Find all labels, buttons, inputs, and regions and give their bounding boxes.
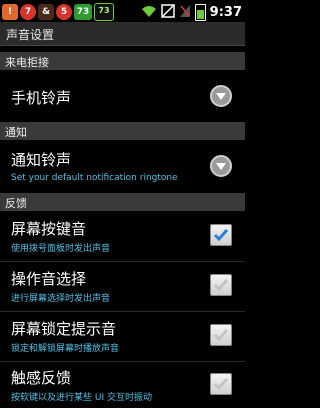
row-title: 通知铃声 — [11, 151, 72, 169]
signal-icon — [179, 3, 191, 22]
lock-sound-item[interactable]: 屏幕锁定提示音 锁定和解锁屏幕时播放声音 — [0, 311, 245, 362]
section-label: 通知 — [5, 126, 27, 139]
section-label: 反馈 — [5, 197, 27, 210]
dropdown-icon — [210, 85, 232, 107]
dialpad-tone-item[interactable]: 屏幕按键音 使用拨号面板时发出声音 — [0, 211, 245, 262]
section-header-notify: 通知 — [0, 122, 245, 140]
system-icons: 9:37 — [141, 3, 242, 22]
title-bar: 声音设置 — [0, 22, 245, 46]
section-label: 来电拒接 — [5, 56, 49, 69]
row-title: 屏幕锁定提示音 — [11, 320, 117, 338]
notification-ringtone-item[interactable]: 通知铃声 Set your default notification ringt… — [0, 140, 245, 194]
app-notification-icon-2: & — [38, 4, 54, 20]
row-title: 触感反馈 — [11, 369, 72, 387]
lock-sound-checkbox[interactable] — [210, 324, 232, 346]
notification-icons: ! 7 & 5 73 73 — [2, 3, 114, 21]
page-title: 声音设置 — [6, 28, 55, 42]
haptic-feedback-checkbox[interactable] — [210, 373, 232, 395]
row-title: 操作音选择 — [11, 270, 87, 288]
wifi-icon — [141, 3, 157, 22]
alert-notification-icon: ! — [2, 4, 18, 20]
dialpad-tone-checkbox[interactable] — [210, 224, 232, 246]
row-title: 屏幕按键音 — [11, 220, 87, 238]
row-subtitle: 锁定和解锁屏幕时播放声音 — [11, 344, 120, 354]
clock: 9:37 — [209, 5, 242, 20]
row-subtitle: 使用拨号面板时发出声音 — [11, 244, 111, 254]
haptic-feedback-item[interactable]: 触感反馈 按软键以及进行某些 UI 交互时振动 — [0, 361, 245, 408]
section-header-feedback: 反馈 — [0, 193, 245, 211]
touch-sound-checkbox[interactable] — [210, 274, 232, 296]
battery-icon — [194, 4, 206, 21]
section-header-incoming: 来电拒接 — [0, 52, 245, 70]
row-subtitle: Set your default notification ringtone — [11, 173, 178, 183]
app-notification-icon-4: 73 — [74, 4, 92, 20]
app-notification-icon-5: 73 — [94, 3, 114, 21]
app-notification-icon-3: 5 — [56, 4, 72, 20]
no-sim-icon — [160, 3, 175, 22]
dropdown-icon — [210, 155, 232, 177]
row-subtitle: 按软键以及进行某些 UI 交互时振动 — [11, 393, 152, 403]
status-bar: ! 7 & 5 73 73 9:37 — [0, 0, 245, 22]
phone-ringtone-item[interactable]: 手机铃声 — [0, 70, 245, 123]
row-title: 手机铃声 — [11, 89, 72, 107]
app-notification-icon: 7 — [20, 4, 36, 20]
touch-sound-item[interactable]: 操作音选择 进行屏幕选择时发出声音 — [0, 261, 245, 312]
row-subtitle: 进行屏幕选择时发出声音 — [11, 294, 111, 304]
